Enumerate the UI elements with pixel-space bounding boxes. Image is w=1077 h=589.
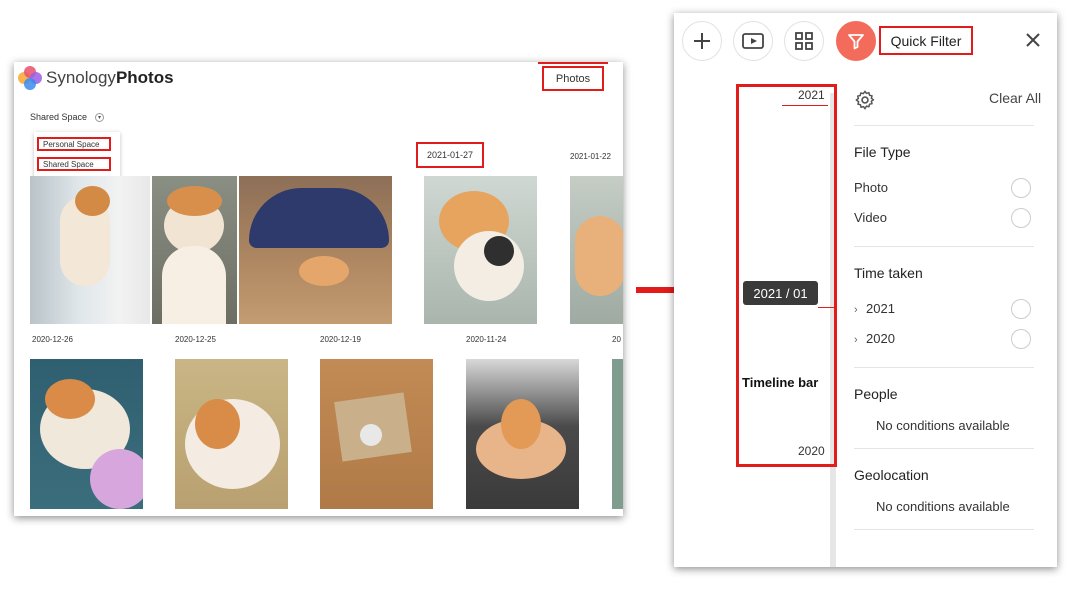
filter-option-2020[interactable]: › 2020 [854,331,895,346]
timeline-bar[interactable] [736,84,837,467]
radio-photo[interactable] [1011,178,1031,198]
quick-filter-button[interactable] [836,21,876,61]
space-selector-label: Shared Space [30,112,88,122]
photo-thumbnail[interactable] [466,359,579,509]
synology-photos-logo[interactable]: SynologyPhotos [18,66,174,90]
people-empty-text: No conditions available [876,418,1010,433]
photo-thumbnail[interactable] [570,176,623,324]
clear-all-button[interactable]: Clear All [989,90,1041,106]
photo-thumbnail[interactable] [612,359,623,509]
photo-thumbnail[interactable] [152,176,237,324]
plus-icon [694,33,710,49]
space-menu: Personal Space Shared Space [34,132,120,180]
menu-item-shared-space[interactable]: Shared Space [37,157,111,171]
photo-thumbnail[interactable] [175,359,288,509]
highlight-line [538,62,608,64]
view-mode-button[interactable] [784,21,824,61]
date-header: 2020-12-25 [175,335,216,344]
brand-name: SynologyPhotos [46,68,174,87]
option-label: 2020 [866,331,895,346]
section-title-file-type: File Type [854,144,911,160]
composite-stage: SynologyPhotos Photos Shared Space ▾ Per… [0,0,1077,589]
chevron-down-icon: ▾ [95,112,105,122]
chevron-right-icon[interactable]: › [854,334,866,346]
timeline-position-badge: 2021 / 01 [743,281,818,305]
timeline-caption: Timeline bar [742,375,819,390]
radio-2021[interactable] [1011,299,1031,319]
menu-item-personal-space[interactable]: Personal Space [37,137,111,151]
quick-filter-window: Quick Filter 2021 2021 / 01 Timeline bar… [674,13,1057,567]
slideshow-button[interactable] [733,21,773,61]
date-header: 2021-01-22 [570,152,611,161]
photos-button[interactable]: Photos [542,66,604,91]
radio-2020[interactable] [1011,329,1031,349]
section-title-people: People [854,386,898,402]
timeline-year-2021[interactable]: 2021 [798,88,825,102]
date-header-highlighted: 2021-01-27 [416,142,484,168]
close-icon [1026,33,1040,47]
photo-thumbnail[interactable] [320,359,433,509]
gear-icon[interactable] [854,89,876,111]
photo-thumbnail[interactable] [424,176,537,324]
divider [854,367,1034,368]
space-selector[interactable]: Shared Space ▾ [30,112,105,122]
option-label: 2021 [866,301,895,316]
divider [854,246,1034,247]
radio-video[interactable] [1011,208,1031,228]
filter-icon [848,34,864,50]
divider [854,529,1034,530]
timeline-marker [818,307,836,308]
filter-option-2021[interactable]: › 2021 [854,301,895,316]
add-button[interactable] [682,21,722,61]
section-title-time-taken: Time taken [854,265,923,281]
date-header: 2020-11-24 [466,335,507,344]
logo-icon [18,66,42,90]
geolocation-empty-text: No conditions available [876,499,1010,514]
photo-thumbnail[interactable] [30,359,143,509]
date-header: 2020-12-26 [32,335,73,344]
slideshow-icon [742,33,764,49]
quick-filter-label: Quick Filter [879,26,973,55]
close-button[interactable] [1021,28,1045,52]
grid-icon [795,32,813,50]
timeline-year-2020[interactable]: 2020 [798,444,825,458]
photo-thumbnail[interactable] [30,176,150,324]
date-header: 20 [612,335,621,344]
section-title-geolocation: Geolocation [854,467,929,483]
photo-thumbnail[interactable] [239,176,392,324]
divider [854,448,1034,449]
filter-option-video[interactable]: Video [854,210,887,225]
filter-option-photo[interactable]: Photo [854,180,888,195]
photos-app-window: SynologyPhotos Photos Shared Space ▾ Per… [14,62,623,516]
divider [854,125,1034,126]
timeline-marker [782,105,828,106]
date-header: 2020-12-19 [320,335,361,344]
chevron-right-icon[interactable]: › [854,304,866,316]
